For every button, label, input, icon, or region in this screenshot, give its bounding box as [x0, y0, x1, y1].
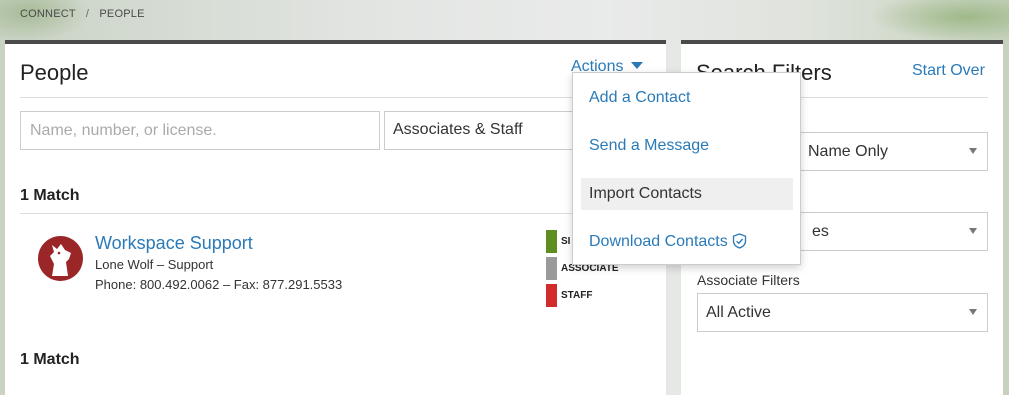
- people-search-input[interactable]: [20, 111, 380, 150]
- breadcrumb-separator: /: [85, 8, 90, 20]
- contact-name-link[interactable]: Workspace Support: [95, 233, 253, 254]
- chevron-down-icon: [969, 309, 977, 315]
- breadcrumb-connect[interactable]: CONNECT: [20, 8, 76, 20]
- search-scope-value: Name Only: [808, 143, 889, 160]
- background-foliage-right: [869, 0, 1009, 42]
- actions-menu: Add a Contact Send a Message Import Cont…: [572, 72, 801, 265]
- title-divider: [20, 97, 651, 98]
- people-panel: People Actions Associates & Staff 1 Matc…: [5, 40, 666, 395]
- background-foliage-left: [0, 0, 90, 42]
- match-count: 1 Match: [20, 187, 80, 204]
- match-divider: [20, 213, 651, 214]
- people-type-select-value: Associates & Staff: [393, 121, 523, 138]
- menu-item-download-contacts-label: Download Contacts: [589, 233, 728, 250]
- chevron-down-icon: [969, 228, 977, 234]
- tag-associate-color: [546, 257, 557, 280]
- people-type-select[interactable]: Associates & Staff: [384, 111, 584, 150]
- start-over-link[interactable]: Start Over: [912, 62, 985, 80]
- breadcrumb: CONNECT / PEOPLE: [20, 8, 145, 20]
- associate-filters-select[interactable]: All Active: [697, 293, 988, 332]
- menu-item-send-message[interactable]: Send a Message: [581, 130, 793, 162]
- second-filter-value: es: [812, 223, 829, 240]
- chevron-down-icon: [969, 148, 977, 154]
- contact-company: Lone Wolf – Support: [95, 257, 214, 272]
- contact-phone: Phone: 800.492.0062 – Fax: 877.291.5533: [95, 277, 343, 292]
- wolf-logo-icon: [38, 236, 83, 281]
- associate-filters-label: Associate Filters: [697, 272, 800, 288]
- menu-item-import-contacts[interactable]: Import Contacts: [581, 178, 793, 210]
- shield-check-icon: [732, 233, 747, 254]
- caret-down-icon: [631, 62, 644, 69]
- tag-si-label: SI: [561, 236, 571, 247]
- breadcrumb-people: PEOPLE: [99, 8, 145, 20]
- tag-si-color: [546, 230, 557, 253]
- match-count-bottom: 1 Match: [20, 351, 80, 368]
- people-title: People: [20, 60, 89, 85]
- tag-staff-color: [546, 284, 557, 307]
- menu-item-add-contact[interactable]: Add a Contact: [581, 82, 793, 114]
- menu-item-download-contacts[interactable]: Download Contacts: [581, 226, 793, 258]
- tag-staff-label: STAFF: [561, 290, 593, 301]
- associate-filters-value: All Active: [706, 304, 771, 321]
